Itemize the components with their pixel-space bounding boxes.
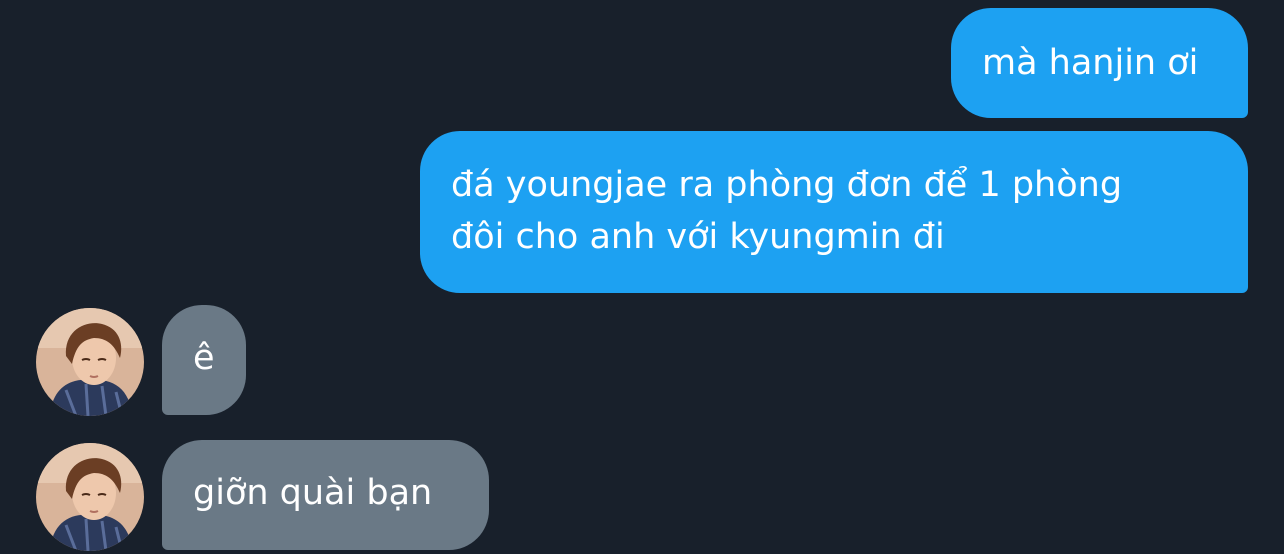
sender-avatar[interactable]	[36, 443, 144, 551]
sender-avatar[interactable]	[36, 308, 144, 416]
chat-thread: mà hanjin ơi đá youngjae ra phòng đơn để…	[0, 0, 1284, 554]
message-text: giỡn quài bạn	[193, 473, 433, 513]
sent-message-bubble[interactable]: đá youngjae ra phòng đơn để 1 phòng đôi …	[420, 131, 1248, 293]
received-message-bubble[interactable]: ê	[162, 305, 246, 415]
message-text: ê	[193, 338, 215, 378]
message-text: đá youngjae ra phòng đơn để 1 phòng	[451, 165, 1123, 205]
sent-message-bubble[interactable]: mà hanjin ơi	[951, 8, 1248, 118]
received-message-bubble[interactable]: giỡn quài bạn	[162, 440, 489, 550]
message-text: đôi cho anh với kyungmin đi	[451, 217, 945, 257]
message-text: mà hanjin ơi	[982, 43, 1199, 83]
